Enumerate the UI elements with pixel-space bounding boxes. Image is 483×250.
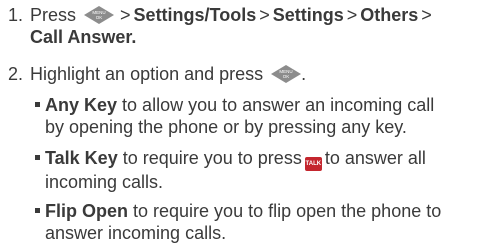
svg-text:OK: OK: [283, 74, 290, 79]
step-number: 2.: [8, 64, 24, 84]
talk-key-icon: TALK: [304, 157, 322, 171]
option-description-continued: answer incoming calls.: [45, 223, 227, 243]
option-description-continued: by opening the phone or by pressing any …: [45, 117, 407, 137]
option-description-continued: incoming calls.: [45, 172, 164, 192]
instructions: 1. Press MENU OK > Settings/Tools > Settings…: [0, 0, 483, 250]
path-item-settings-tools: Settings/Tools: [133, 5, 257, 25]
menu-ok-key-icon: MENU OK: [84, 6, 115, 24]
option-talk-key: Talk Key to require you to press TALK to a…: [35, 147, 483, 193]
option-description: to allow you to answer an incoming call: [122, 95, 435, 115]
step-text: Highlight an option and press: [30, 64, 264, 84]
svg-text:OK: OK: [96, 15, 103, 20]
step-number: 1.: [8, 5, 24, 25]
option-description: to require you to flip open the phone to: [133, 201, 442, 221]
option-name: Talk Key: [45, 148, 118, 168]
option-name: Any Key: [45, 95, 118, 115]
path-separator: >: [421, 5, 432, 25]
step-text: Press: [30, 5, 77, 25]
menu-ok-key-icon: MENU OK: [271, 65, 302, 83]
step-end-period: .: [301, 64, 307, 84]
option-any-key: Any Key to allow you to answer an incomi…: [35, 94, 483, 138]
path-separator: >: [346, 5, 358, 25]
path-separator: >: [259, 5, 270, 25]
option-description: to require you to press: [122, 148, 302, 168]
path-separator: >: [120, 5, 131, 25]
path-item-call-answer: Call Answer.: [30, 27, 137, 47]
option-description-end: to answer all: [324, 148, 426, 168]
path-item-settings: Settings: [272, 5, 344, 25]
option-flip-open: Flip Open to require you to flip open th…: [35, 200, 483, 244]
option-name: Flip Open: [45, 201, 128, 221]
bullet-square-icon: [35, 208, 40, 213]
bullet-square-icon: [35, 102, 40, 107]
step-1: 1. Press MENU OK > Settings/Tools > Settings…: [8, 4, 435, 48]
step-2: 2. Highlight an option and press MENU OK …: [8, 63, 306, 85]
path-item-others: Others: [360, 5, 419, 25]
bullet-square-icon: [35, 155, 40, 160]
